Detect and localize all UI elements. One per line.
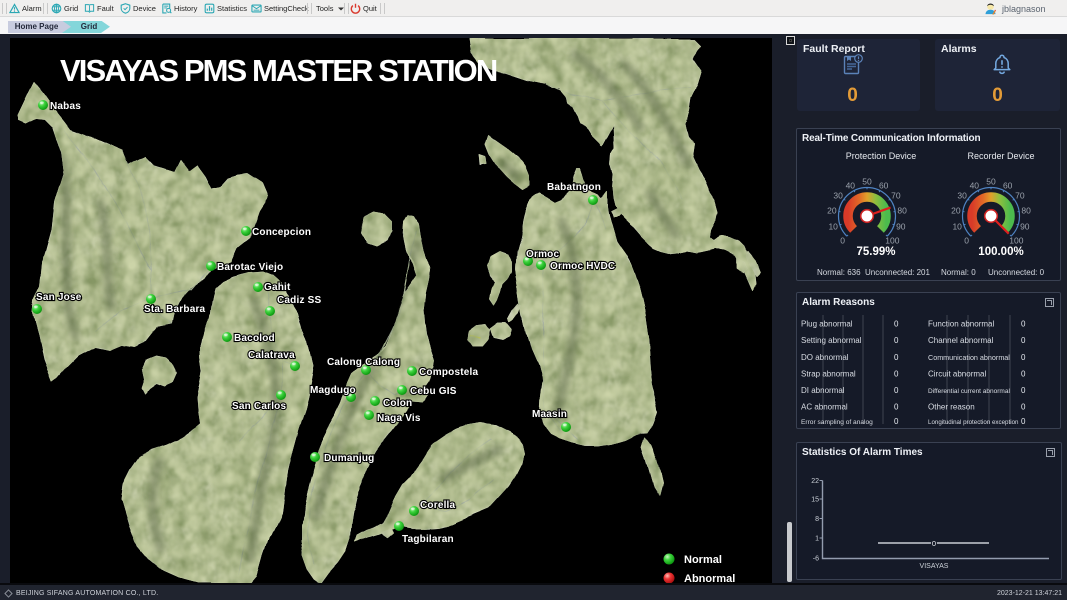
svg-text:Normal: Normal xyxy=(684,554,722,566)
svg-text:8: 8 xyxy=(815,516,819,523)
svg-text:Channel abnormal: Channel abnormal xyxy=(928,336,994,345)
svg-text:Ormoc HVDC: Ormoc HVDC xyxy=(550,261,615,272)
svg-text:30: 30 xyxy=(957,191,967,201)
svg-text:Cadiz SS: Cadiz SS xyxy=(277,295,322,306)
svg-text:10: 10 xyxy=(952,222,962,232)
svg-text:Magdugo: Magdugo xyxy=(310,385,356,396)
svg-text:0: 0 xyxy=(894,353,899,362)
svg-text:0: 0 xyxy=(894,386,899,395)
svg-text:San Carlos: San Carlos xyxy=(232,401,286,412)
svg-text:100: 100 xyxy=(1009,235,1023,245)
svg-text:22: 22 xyxy=(811,478,819,485)
svg-text:Circuit abnormal: Circuit abnormal xyxy=(928,370,986,379)
svg-text:Setting abnormal: Setting abnormal xyxy=(801,336,862,345)
svg-text:1: 1 xyxy=(815,536,819,543)
svg-text:15: 15 xyxy=(811,497,819,504)
svg-text:Error sampling of analog: Error sampling of analog xyxy=(801,419,873,426)
svg-text:0: 0 xyxy=(894,417,899,426)
svg-text:80: 80 xyxy=(897,206,907,216)
svg-text:VISAYAS: VISAYAS xyxy=(920,563,949,570)
svg-text:30: 30 xyxy=(833,191,843,201)
svg-text:Abnormal: Abnormal xyxy=(684,573,735,583)
svg-text:90: 90 xyxy=(1020,222,1030,232)
svg-text:0: 0 xyxy=(1021,353,1026,362)
svg-text:Babatngon: Babatngon xyxy=(547,182,601,193)
svg-text:60: 60 xyxy=(879,180,889,190)
svg-text:DO abnormal: DO abnormal xyxy=(801,353,849,362)
svg-text:50: 50 xyxy=(862,177,872,187)
svg-text:100: 100 xyxy=(885,235,899,245)
svg-text:0: 0 xyxy=(1021,320,1026,329)
svg-text:Nabas: Nabas xyxy=(50,101,81,112)
svg-text:Barotac Viejo: Barotac Viejo xyxy=(217,262,283,273)
svg-text:0: 0 xyxy=(840,235,845,245)
svg-text:20: 20 xyxy=(827,206,837,216)
svg-text:70: 70 xyxy=(891,191,901,201)
svg-text:Longitudinal protection except: Longitudinal protection exception xyxy=(928,419,1019,426)
svg-text:0: 0 xyxy=(932,539,936,548)
svg-text:50: 50 xyxy=(986,177,996,187)
svg-text:Maasin: Maasin xyxy=(532,409,567,420)
svg-text:0: 0 xyxy=(1021,370,1026,379)
svg-text:Function abnormal: Function abnormal xyxy=(928,320,994,329)
svg-text:0: 0 xyxy=(894,336,899,345)
svg-text:Compostela: Compostela xyxy=(419,367,478,378)
svg-text:Ormoc: Ormoc xyxy=(526,249,559,260)
svg-text:Cebu GIS: Cebu GIS xyxy=(410,386,457,397)
svg-text:Colon: Colon xyxy=(383,398,412,409)
svg-text:Sta. Barbara: Sta. Barbara xyxy=(144,304,206,315)
svg-text:Concepcion: Concepcion xyxy=(252,227,311,238)
svg-text:80: 80 xyxy=(1021,206,1031,216)
svg-text:Gahit: Gahit xyxy=(264,282,291,293)
svg-text:Corella: Corella xyxy=(420,500,456,511)
svg-text:Plug abnormal: Plug abnormal xyxy=(801,320,853,329)
svg-text:90: 90 xyxy=(896,222,906,232)
svg-text:AC abnormal: AC abnormal xyxy=(801,403,848,412)
svg-text:Bacolod: Bacolod xyxy=(234,333,275,344)
svg-text:Calatrava: Calatrava xyxy=(248,350,295,361)
svg-text:0: 0 xyxy=(894,320,899,329)
svg-text:0: 0 xyxy=(894,370,899,379)
svg-text:Dumanjug: Dumanjug xyxy=(324,453,375,464)
svg-text:Differential current abnormal: Differential current abnormal xyxy=(928,388,1010,395)
svg-text:10: 10 xyxy=(828,222,838,232)
svg-text:0: 0 xyxy=(894,403,899,412)
svg-text:40: 40 xyxy=(846,180,856,190)
svg-text:Communication abnormal: Communication abnormal xyxy=(928,353,1010,362)
svg-text:0: 0 xyxy=(1021,336,1026,345)
svg-text:70: 70 xyxy=(1015,191,1025,201)
svg-text:Calong Calong: Calong Calong xyxy=(327,357,400,368)
svg-text:Other reason: Other reason xyxy=(928,403,975,412)
svg-text:VISAYAS PMS MASTER STATION: VISAYAS PMS MASTER STATION xyxy=(60,53,497,88)
svg-text:60: 60 xyxy=(1003,180,1013,190)
svg-text:Naga Vis: Naga Vis xyxy=(377,413,421,424)
svg-text:40: 40 xyxy=(970,180,980,190)
svg-text:Strap abnormal: Strap abnormal xyxy=(801,370,856,379)
svg-text:San Jose: San Jose xyxy=(36,292,82,303)
svg-text:-6: -6 xyxy=(813,556,819,563)
svg-text:0: 0 xyxy=(964,235,969,245)
svg-text:0: 0 xyxy=(1021,386,1026,395)
svg-text:DI abnormal: DI abnormal xyxy=(801,386,845,395)
svg-text:0: 0 xyxy=(1021,417,1026,426)
svg-text:20: 20 xyxy=(951,206,961,216)
svg-text:Tagbilaran: Tagbilaran xyxy=(402,534,454,545)
svg-text:0: 0 xyxy=(1021,403,1026,412)
